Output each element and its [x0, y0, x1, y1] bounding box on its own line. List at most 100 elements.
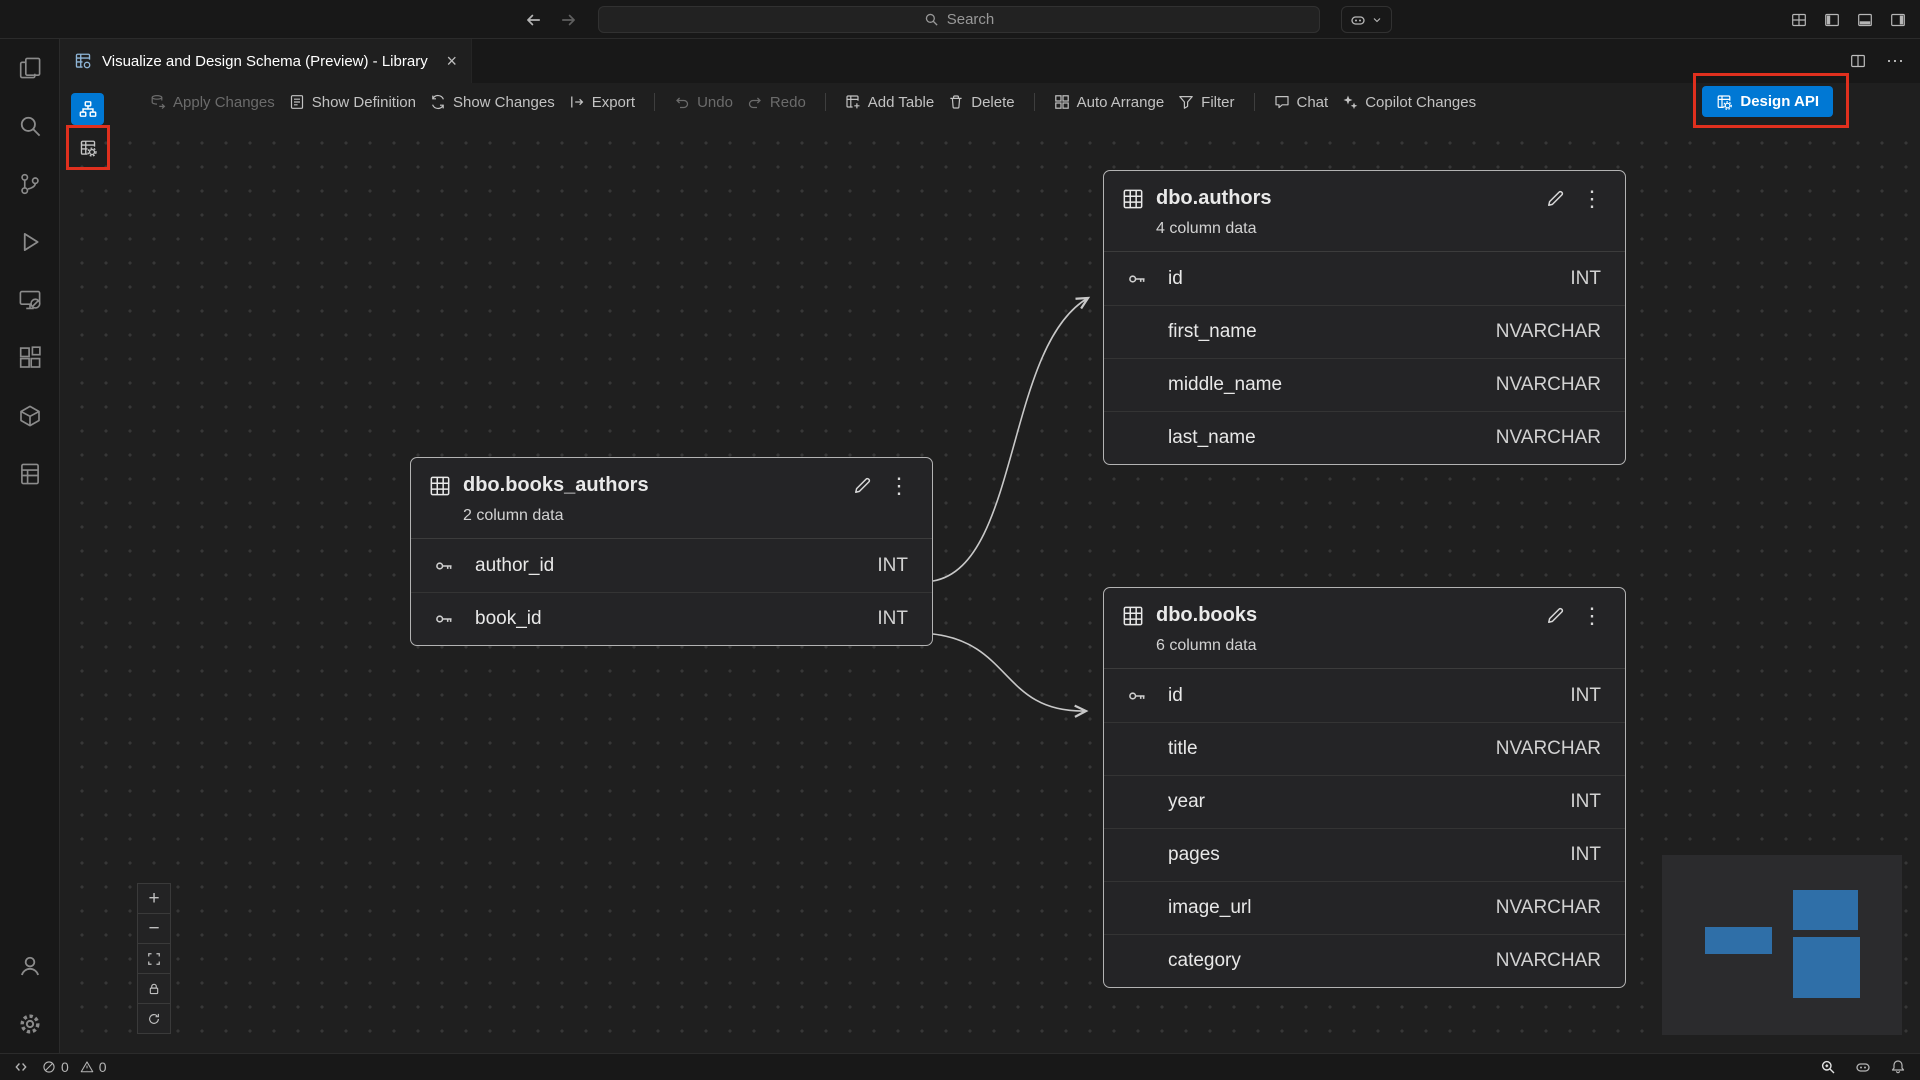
copilot-changes-button[interactable]: Copilot Changes: [1342, 94, 1476, 111]
undo-button[interactable]: Undo: [674, 94, 733, 111]
toggle-sidebar-right-icon[interactable]: [1890, 12, 1906, 28]
split-editor-icon[interactable]: [1850, 53, 1866, 69]
editor-actions-more-icon[interactable]: ⋯: [1886, 51, 1904, 72]
table-more-menu-icon[interactable]: ⋮: [1577, 188, 1607, 210]
apply-changes-label: Apply Changes: [173, 94, 275, 111]
show-definition-button[interactable]: Show Definition: [289, 94, 416, 111]
notifications-bell-icon[interactable]: [1890, 1059, 1906, 1075]
export-label: Export: [592, 94, 635, 111]
table-row[interactable]: id INT: [1104, 669, 1625, 722]
remote-indicator-icon[interactable]: [14, 1060, 28, 1074]
schema-table-icon[interactable]: [0, 445, 60, 503]
table-grid-icon: [1122, 188, 1144, 210]
column-name: first_name: [1168, 321, 1496, 343]
table-card-books[interactable]: dbo.books ⋮ 6 column data id INT title N…: [1103, 587, 1626, 988]
table-designer-button[interactable]: [71, 132, 104, 164]
schema-canvas[interactable]: dbo.books_authors ⋮ 2 column data author…: [60, 121, 1920, 1053]
column-type: INT: [1570, 791, 1601, 813]
table-row[interactable]: year INT: [1104, 775, 1625, 828]
toggle-panel-icon[interactable]: [1857, 12, 1873, 28]
column-type: NVARCHAR: [1496, 374, 1601, 396]
sql-server-disconnected-icon[interactable]: [0, 271, 60, 329]
table-card-authors[interactable]: dbo.authors ⋮ 4 column data id INT first…: [1103, 170, 1626, 465]
table-row[interactable]: book_id INT: [411, 592, 932, 645]
edit-table-pencil-icon[interactable]: [1545, 606, 1565, 626]
title-bar: Search: [0, 0, 1920, 39]
show-changes-label: Show Changes: [453, 94, 555, 111]
nav-back-icon[interactable]: [524, 11, 542, 29]
zoom-status-icon[interactable]: [1820, 1059, 1836, 1075]
column-name: last_name: [1168, 427, 1496, 449]
table-card-books-authors[interactable]: dbo.books_authors ⋮ 2 column data author…: [410, 457, 933, 646]
tab-close-icon[interactable]: ×: [446, 52, 457, 70]
extensions-icon[interactable]: [0, 329, 60, 387]
database-cube-icon[interactable]: [0, 387, 60, 445]
nav-forward-icon[interactable]: [560, 11, 578, 29]
table-row[interactable]: image_url NVARCHAR: [1104, 881, 1625, 934]
column-type: NVARCHAR: [1496, 738, 1601, 760]
column-type: NVARCHAR: [1496, 897, 1601, 919]
zoom-out-button[interactable]: −: [137, 913, 171, 944]
search-sidebar-icon[interactable]: [0, 97, 60, 155]
run-debug-icon[interactable]: [0, 213, 60, 271]
fit-view-button[interactable]: [137, 943, 171, 974]
table-row[interactable]: title NVARCHAR: [1104, 722, 1625, 775]
toolbar-separator: [654, 93, 655, 111]
filter-button[interactable]: Filter: [1178, 94, 1234, 111]
table-row[interactable]: author_id INT: [411, 539, 932, 592]
add-table-icon: [845, 94, 861, 110]
export-button[interactable]: Export: [569, 94, 635, 111]
copilot-menu-button[interactable]: [1341, 6, 1392, 33]
relationship-edges: [60, 121, 1920, 1053]
table-subtitle: 6 column data: [1104, 627, 1625, 668]
show-definition-icon: [289, 94, 305, 110]
settings-gear-icon[interactable]: [0, 995, 60, 1053]
layout-grid-icon[interactable]: [1791, 12, 1807, 28]
table-subtitle: 2 column data: [411, 497, 932, 538]
visualize-schema-button[interactable]: [71, 93, 104, 125]
column-type: INT: [1570, 685, 1601, 707]
column-name: middle_name: [1168, 374, 1496, 396]
auto-arrange-button[interactable]: Auto Arrange: [1054, 94, 1165, 111]
table-row[interactable]: pages INT: [1104, 828, 1625, 881]
zoom-in-button[interactable]: +: [137, 883, 171, 914]
problems-indicator[interactable]: 0 0: [42, 1059, 107, 1075]
add-table-button[interactable]: Add Table: [845, 94, 934, 111]
table-row[interactable]: id INT: [1104, 252, 1625, 305]
redo-icon: [747, 94, 763, 110]
chat-label: Chat: [1297, 94, 1329, 111]
delete-button[interactable]: Delete: [948, 94, 1014, 111]
table-row[interactable]: first_name NVARCHAR: [1104, 305, 1625, 358]
search-box[interactable]: Search: [598, 6, 1320, 33]
table-row[interactable]: last_name NVARCHAR: [1104, 411, 1625, 464]
show-changes-button[interactable]: Show Changes: [430, 94, 555, 111]
edit-table-pencil-icon[interactable]: [852, 476, 872, 496]
column-type: INT: [1570, 844, 1601, 866]
minimap[interactable]: [1662, 855, 1902, 1035]
auto-arrange-label: Auto Arrange: [1077, 94, 1165, 111]
column-name: year: [1168, 791, 1570, 813]
tab-schema-designer[interactable]: Visualize and Design Schema (Preview) - …: [60, 39, 472, 83]
export-icon: [569, 94, 585, 110]
table-more-menu-icon[interactable]: ⋮: [1577, 605, 1607, 627]
toolbar-separator: [1254, 93, 1255, 111]
lock-canvas-button[interactable]: [137, 973, 171, 1004]
edit-table-pencil-icon[interactable]: [1545, 189, 1565, 209]
table-row[interactable]: middle_name NVARCHAR: [1104, 358, 1625, 411]
copilot-status-icon[interactable]: [1855, 1059, 1871, 1075]
column-type: INT: [877, 608, 908, 630]
column-name: category: [1168, 950, 1496, 972]
redo-button[interactable]: Redo: [747, 94, 806, 111]
source-control-icon[interactable]: [0, 155, 60, 213]
add-table-label: Add Table: [868, 94, 934, 111]
account-icon[interactable]: [0, 937, 60, 995]
toggle-sidebar-left-icon[interactable]: [1824, 12, 1840, 28]
auto-arrange-icon: [1054, 94, 1070, 110]
table-more-menu-icon[interactable]: ⋮: [884, 475, 914, 497]
minimap-node-authors: [1793, 890, 1858, 930]
table-row[interactable]: category NVARCHAR: [1104, 934, 1625, 987]
chat-button[interactable]: Chat: [1274, 94, 1329, 111]
apply-changes-button[interactable]: Apply Changes: [150, 94, 275, 111]
explorer-icon[interactable]: [0, 39, 60, 97]
reset-view-button[interactable]: [137, 1003, 171, 1034]
